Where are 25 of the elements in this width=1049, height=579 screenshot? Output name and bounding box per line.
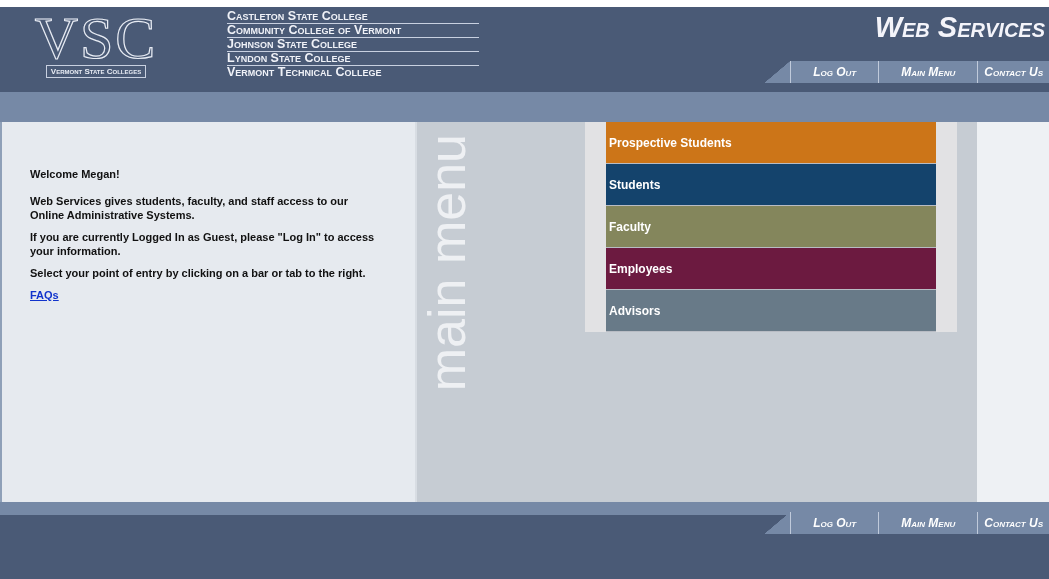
intro-paragraph: Select your point of entry by clicking on a bar or tab to the right. [30,266,367,280]
nav-tab[interactable]: Contact Us [977,512,1049,534]
menu-bar[interactable]: Advisors [606,290,936,332]
college-name: Community College of Vermont [227,24,479,38]
nav-tab[interactable]: Log Out [790,512,879,534]
nav-tab[interactable]: Main Menu [878,61,978,83]
menu-bar[interactable]: Employees [606,248,936,290]
tab-corner [764,512,791,534]
menu-bar[interactable]: Prospective Students [606,122,936,164]
nav-tab[interactable]: Contact Us [977,61,1049,83]
nav-tab[interactable]: Main Menu [878,512,978,534]
site-title: Web Services [874,10,1045,45]
logo-letters: VSC [34,11,158,65]
menu-bar[interactable]: Faculty [606,206,936,248]
college-name: Vermont Technical College [227,66,383,79]
logo-caption: Vermont State Colleges [45,65,147,78]
faq-link[interactable]: FAQs [30,289,59,301]
college-name: Castleton State College [227,10,479,24]
menu-bar[interactable]: Students [606,164,936,206]
nav-tab[interactable]: Log Out [790,61,879,83]
college-name: Johnson State College [227,38,479,52]
welcome-text: Welcome Megan! [30,168,121,180]
college-name: Lyndon State College [227,52,479,66]
intro-paragraph: Web Services gives students, faculty, and staff access to our Online Administrative Systems. [30,194,350,222]
intro-paragraph: If you are currently Logged In as Guest, please "Log In" to access your information. [30,230,375,258]
